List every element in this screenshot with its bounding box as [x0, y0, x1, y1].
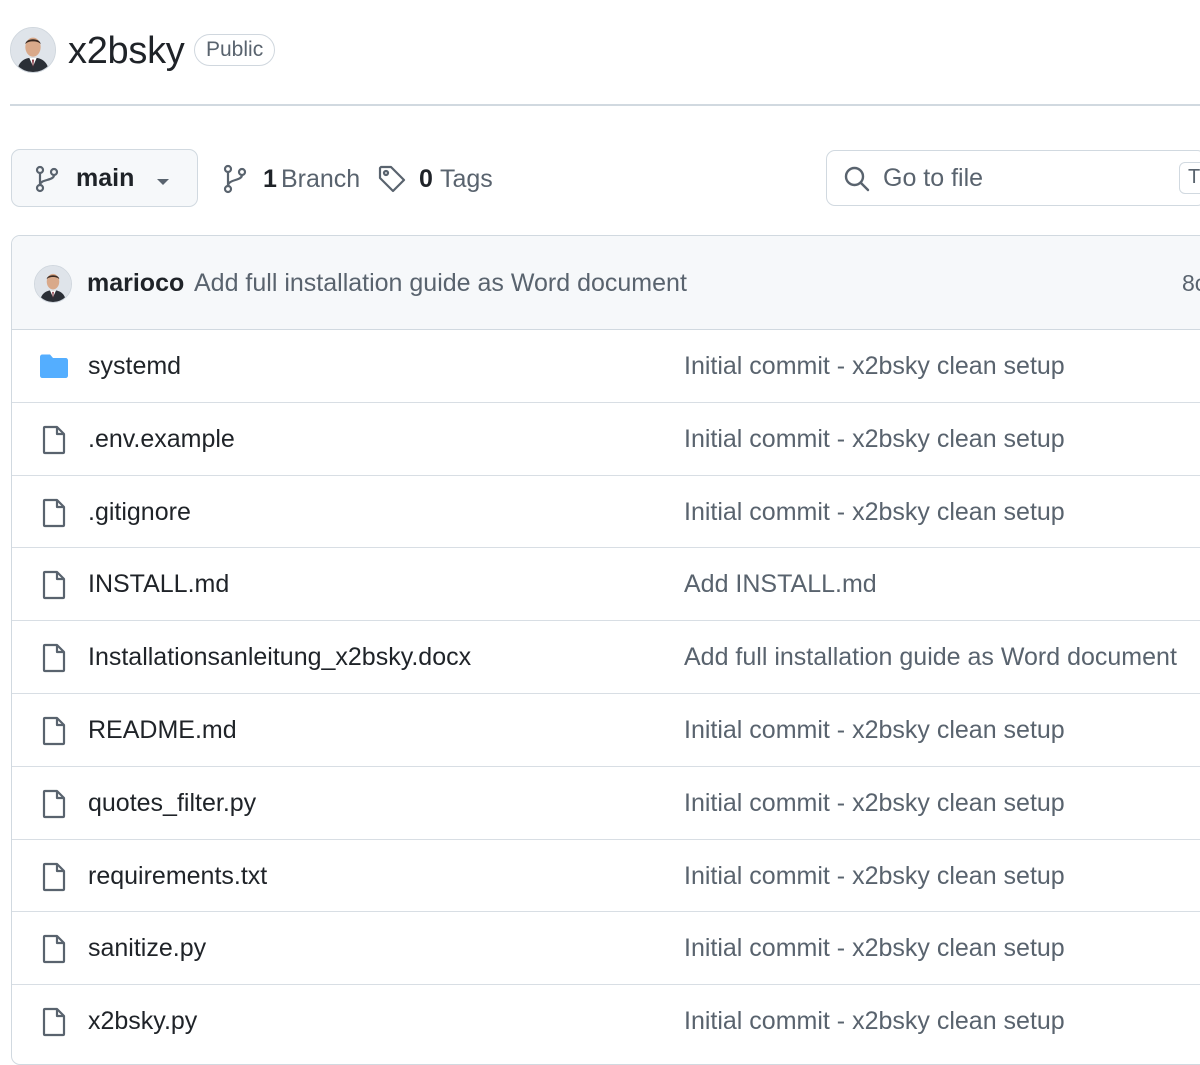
file-name[interactable]: requirements.txt [88, 860, 267, 892]
branches-label: Branch [281, 165, 361, 193]
caret-down-icon [155, 174, 171, 192]
commit-sha[interactable]: 8c [1182, 267, 1200, 299]
branches-link[interactable]: 1 Branch [222, 163, 362, 195]
visibility-badge: Public [194, 34, 276, 66]
git-branch-icon [34, 165, 60, 198]
file-icon [40, 425, 68, 460]
file-name[interactable]: x2bsky.py [88, 1005, 197, 1037]
user-avatar-icon [11, 28, 55, 72]
go-to-file-search[interactable]: T [826, 150, 1200, 206]
file-name[interactable]: quotes_filter.py [88, 787, 256, 819]
file-icon [40, 934, 68, 969]
tags-link[interactable]: 0 Tags [377, 163, 497, 195]
file-name[interactable]: README.md [88, 714, 237, 746]
file-row-systemd[interactable]: systemd Initial commit - x2bsky clean se… [12, 330, 1200, 403]
file-icon [40, 862, 68, 897]
repo-owner-avatar[interactable] [10, 27, 56, 73]
file-icon [40, 789, 68, 824]
commit-message[interactable]: Add full installation guide as Word docu… [194, 267, 687, 299]
tag-icon [377, 164, 407, 199]
file-row-requirements-txt[interactable]: requirements.txt Initial commit - x2bsky… [12, 840, 1200, 913]
file-name[interactable]: .env.example [88, 423, 235, 455]
git-branch-icon [222, 164, 248, 199]
file-commit-message[interactable]: Initial commit - x2bsky clean setup [684, 787, 1065, 819]
file-name[interactable]: sanitize.py [88, 932, 206, 964]
tags-count: 0 [419, 165, 433, 193]
file-row-gitignore[interactable]: .gitignore Initial commit - x2bsky clean… [12, 476, 1200, 549]
file-icon [40, 716, 68, 751]
file-icon [40, 1007, 68, 1042]
file-commit-message[interactable]: Initial commit - x2bsky clean setup [684, 350, 1065, 382]
commit-author-avatar[interactable] [34, 265, 72, 303]
file-icon [40, 643, 68, 678]
file-commit-message[interactable]: Initial commit - x2bsky clean setup [684, 423, 1065, 455]
file-commit-message[interactable]: Initial commit - x2bsky clean setup [684, 714, 1065, 746]
go-to-file-input[interactable] [883, 161, 1163, 195]
file-row-install-md[interactable]: INSTALL.md Add INSTALL.md [12, 548, 1200, 622]
file-commit-message[interactable]: Add full installation guide as Word docu… [684, 641, 1177, 673]
file-commit-message[interactable]: Initial commit - x2bsky clean setup [684, 1005, 1065, 1037]
tags-label: Tags [440, 165, 493, 193]
file-row-env-example[interactable]: .env.example Initial commit - x2bsky cle… [12, 403, 1200, 476]
header-divider [10, 104, 1200, 106]
file-icon [40, 498, 68, 533]
file-name[interactable]: INSTALL.md [88, 568, 229, 600]
file-icon [40, 570, 68, 605]
keyboard-shortcut-hint: T [1179, 162, 1200, 194]
file-commit-message[interactable]: Initial commit - x2bsky clean setup [684, 860, 1065, 892]
branches-count: 1 [263, 165, 277, 193]
branch-select-button[interactable]: main [11, 149, 198, 207]
file-commit-message[interactable]: Initial commit - x2bsky clean setup [684, 496, 1065, 528]
file-name[interactable]: systemd [88, 350, 181, 382]
file-commit-message[interactable]: Add INSTALL.md [684, 568, 877, 600]
file-list: systemd Initial commit - x2bsky clean se… [12, 330, 1200, 1058]
latest-commit-bar: marioco Add full installation guide as W… [12, 236, 1200, 330]
user-avatar-icon [35, 266, 71, 302]
file-row-readme-md[interactable]: README.md Initial commit - x2bsky clean … [12, 694, 1200, 767]
repo-name[interactable]: x2bsky [68, 28, 185, 74]
file-name[interactable]: Installationsanleitung_x2bsky.docx [88, 641, 471, 673]
file-row-quotes-filter-py[interactable]: quotes_filter.py Initial commit - x2bsky… [12, 767, 1200, 840]
file-row-sanitize-py[interactable]: sanitize.py Initial commit - x2bsky clea… [12, 912, 1200, 986]
search-icon [843, 165, 871, 198]
file-table: marioco Add full installation guide as W… [11, 235, 1200, 1065]
commit-author[interactable]: marioco [87, 267, 184, 299]
file-commit-message[interactable]: Initial commit - x2bsky clean setup [684, 932, 1065, 964]
file-row-x2bsky-py[interactable]: x2bsky.py Initial commit - x2bsky clean … [12, 985, 1200, 1058]
file-row-installationsanleitung-x2bsky-docx[interactable]: Installationsanleitung_x2bsky.docx Add f… [12, 621, 1200, 694]
folder-icon [38, 352, 70, 385]
branch-name: main [76, 164, 135, 192]
file-name[interactable]: .gitignore [88, 496, 191, 528]
